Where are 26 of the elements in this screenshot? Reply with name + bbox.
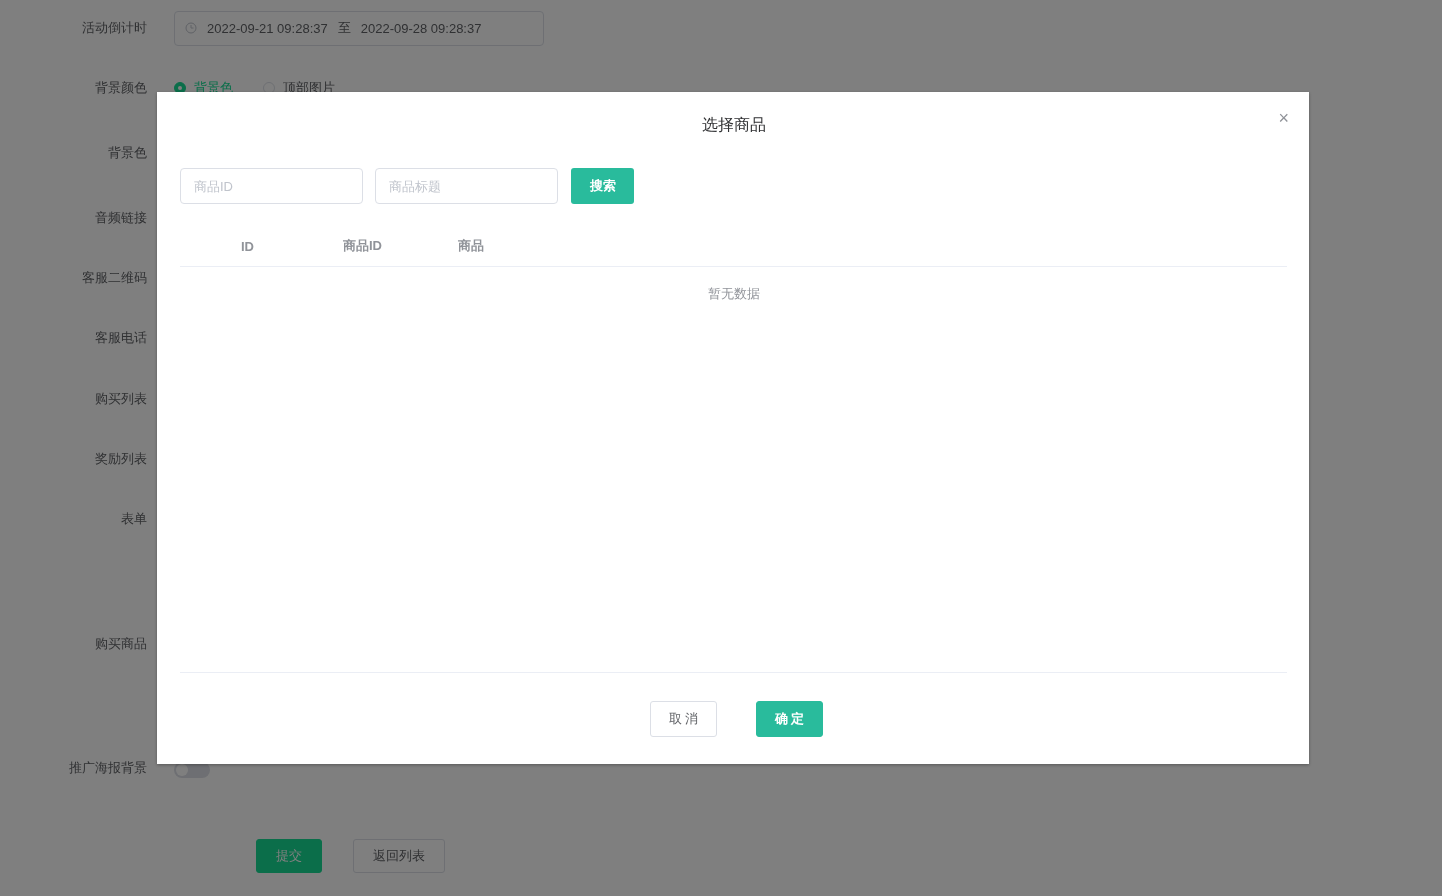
form-label: 客服二维码 — [81, 269, 147, 287]
empty-message: 暂无数据 — [707, 285, 760, 303]
search-field[interactable]: 商品标题 — [375, 168, 558, 204]
column-header: ID — [240, 238, 255, 254]
dialog-title: 选择商品 — [701, 115, 766, 135]
back-button[interactable]: 返回列表 — [353, 839, 445, 873]
date-range-field[interactable]: 2022-09-21 09:28:37 至 2022-09-28 09:28:37 — [174, 10, 544, 46]
clock-icon — [185, 22, 197, 34]
form-label: 表单 — [120, 510, 147, 528]
form-label: 背景色 — [107, 144, 147, 162]
form-label: 购买商品 — [94, 634, 147, 653]
form-label: 音频链接 — [94, 209, 147, 227]
close-button[interactable]: × — [1278, 109, 1289, 127]
search-button[interactable]: 搜索 — [571, 168, 634, 204]
cancel-button[interactable]: 取 消 — [650, 700, 717, 737]
submit-button[interactable]: 提交 — [256, 839, 322, 873]
form-label: 推广海报背景 — [68, 759, 147, 777]
form-label: 活动倒计时 — [81, 19, 147, 37]
column-header: 商品ID — [342, 237, 383, 255]
confirm-button[interactable]: 确 定 — [756, 700, 823, 737]
form-label: 客服电话 — [94, 329, 147, 347]
form-label: 奖励列表 — [94, 450, 147, 468]
column-header: 商品 — [457, 237, 485, 255]
form-label: 购买列表 — [94, 389, 147, 408]
form-label: 背景颜色 — [94, 79, 147, 97]
search-field[interactable]: 商品ID — [180, 168, 363, 204]
